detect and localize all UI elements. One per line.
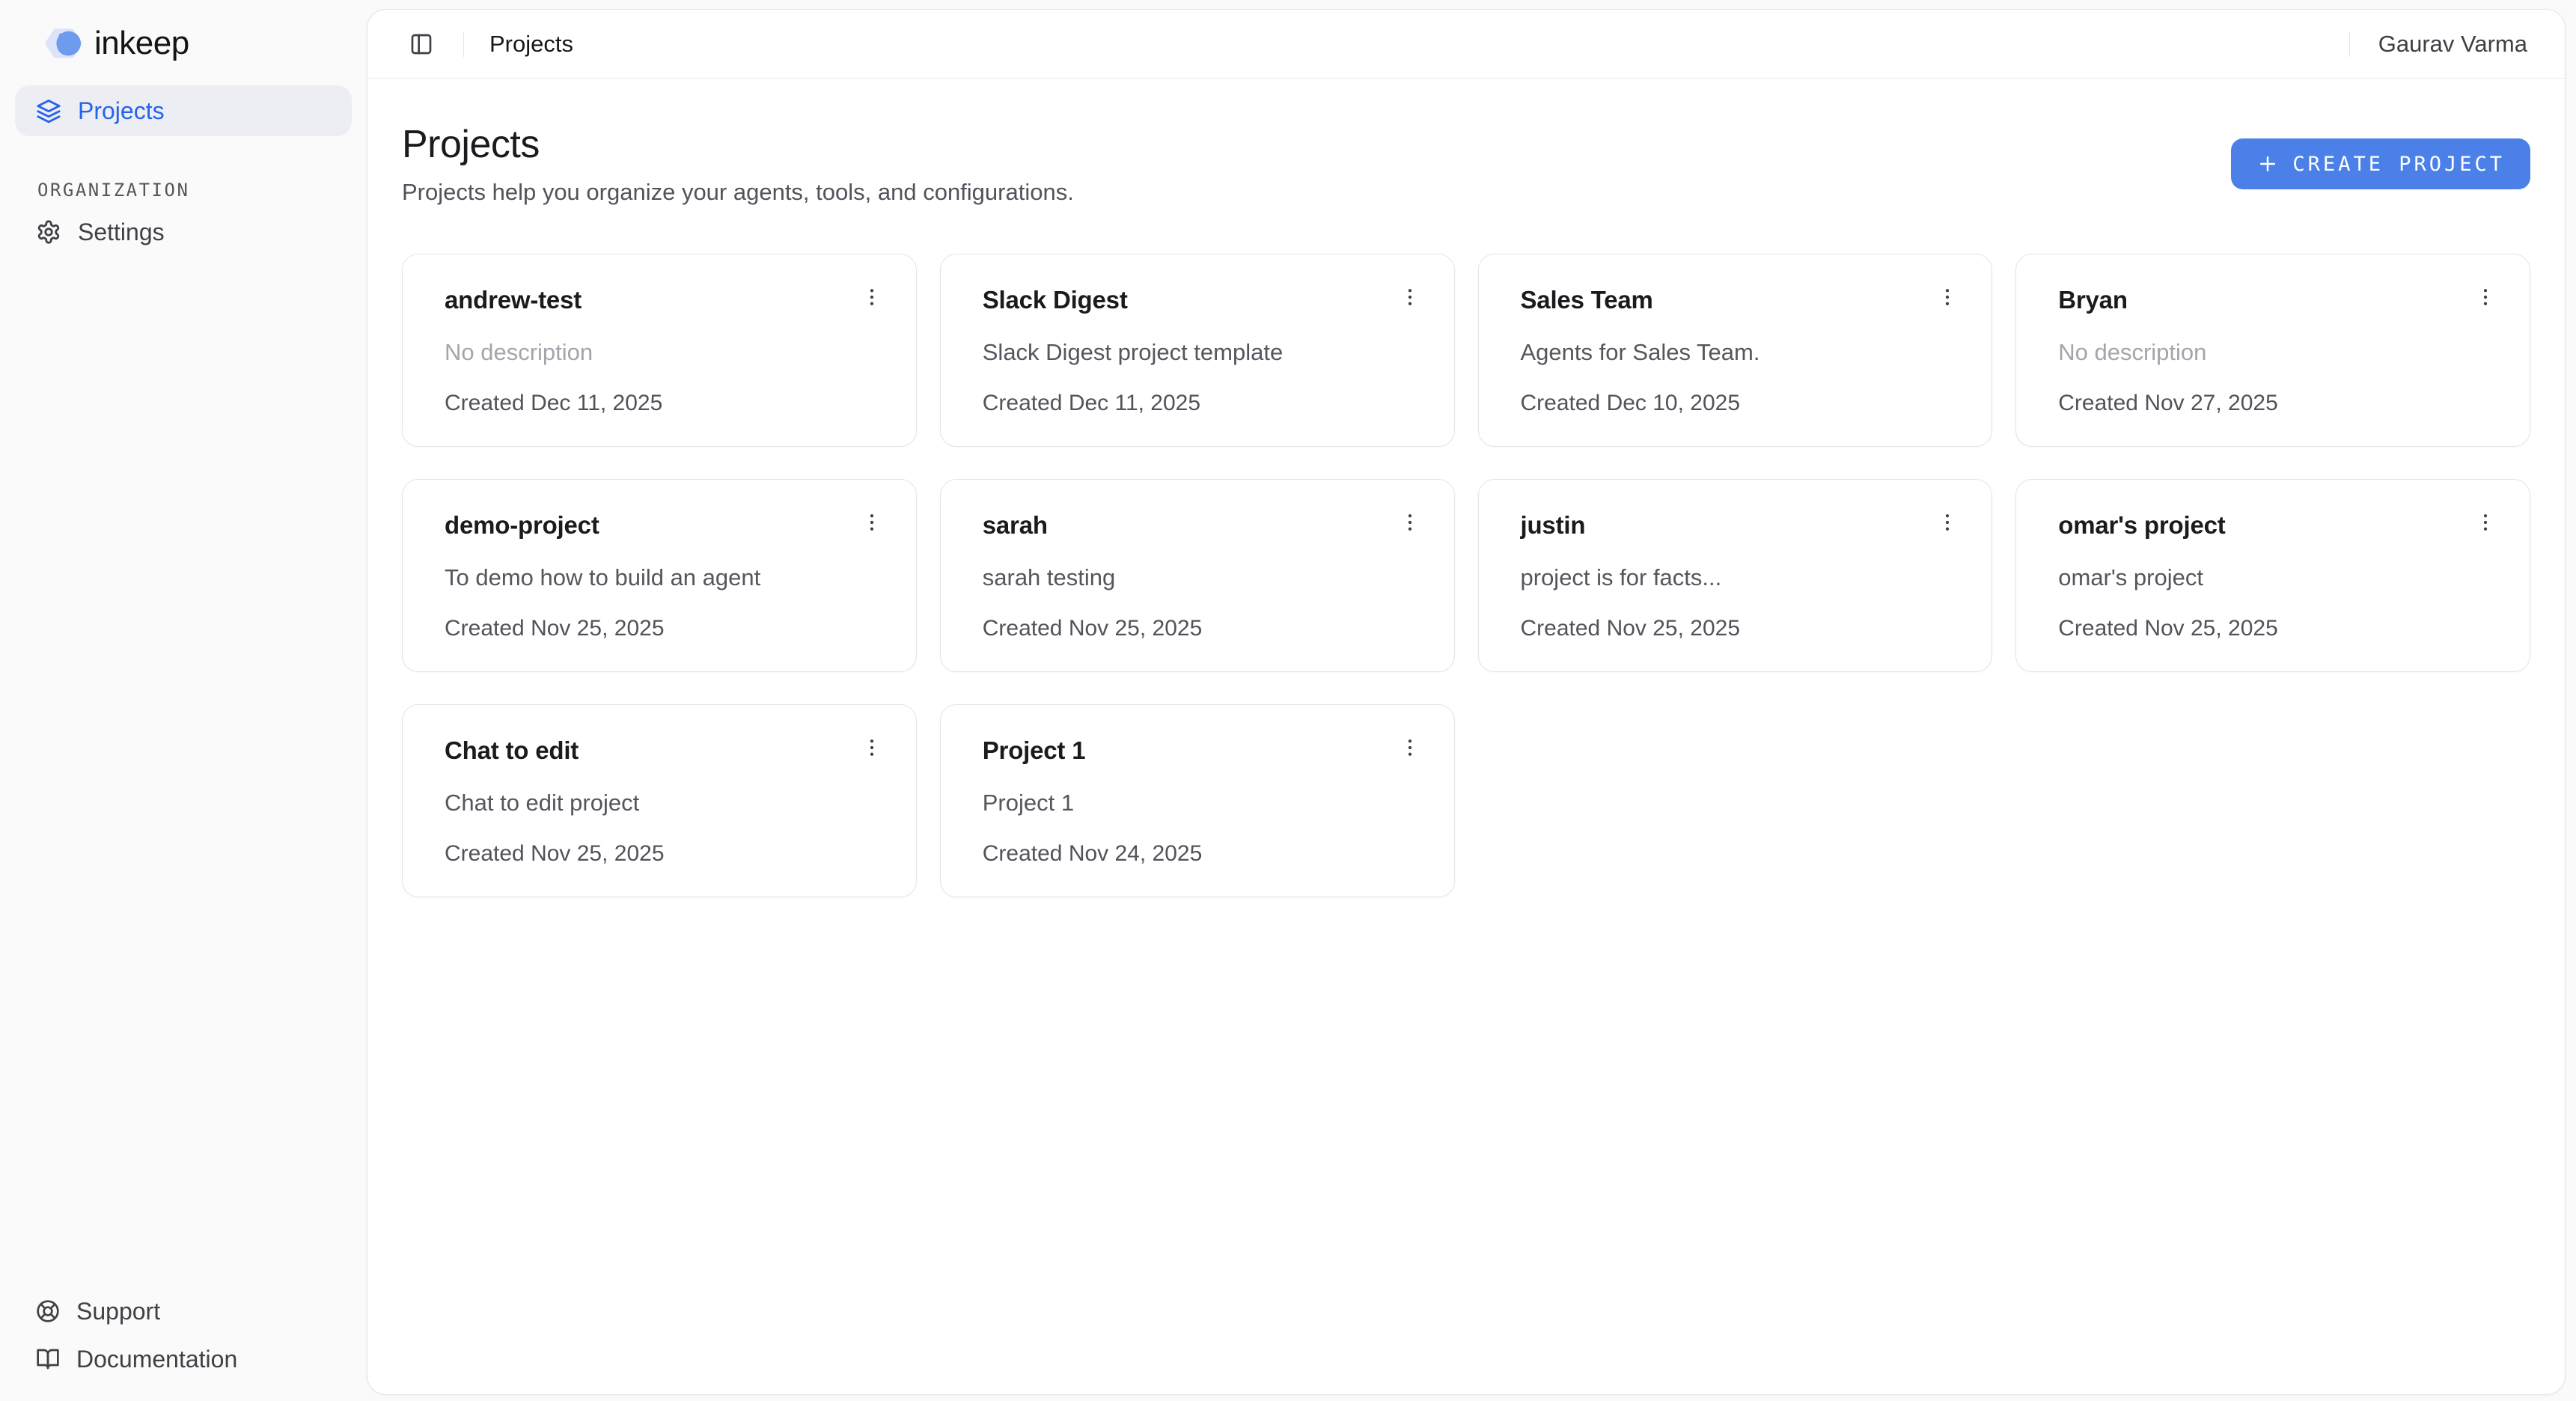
user-menu[interactable]: Gaurav Varma [2375,25,2530,64]
page-subtitle: Projects help you organize your agents, … [402,179,1074,206]
project-description: Project 1 [983,790,1421,817]
inkeep-logo-icon [45,26,82,61]
project-name: Slack Digest [983,286,1128,314]
more-vertical-icon [1399,286,1421,308]
topbar-right: Gaurav Varma [2324,25,2530,64]
sidebar-item-label: Support [76,1298,160,1325]
inkeep-wordmark: inkeep [94,25,189,62]
project-card[interactable]: Slack Digest Slack Digest project templa… [940,254,1455,447]
project-description: Chat to edit project [445,790,883,817]
panel-left-icon [409,32,433,56]
project-card[interactable]: Project 1 Project 1 Created Nov 24, 2025 [940,704,1455,897]
sidebar-item-support[interactable]: Support [15,1287,352,1335]
more-vertical-icon [2474,286,2497,308]
project-menu-button[interactable] [855,508,889,537]
sidebar-item-label: Projects [78,97,165,125]
project-name: Bryan [2058,286,2128,314]
project-created-date: Created Dec 11, 2025 [983,391,1421,416]
project-description: sarah testing [983,564,1421,591]
more-vertical-icon [2474,511,2497,534]
project-name: justin [1521,511,1586,540]
more-vertical-icon [1936,286,1959,308]
plus-icon [2256,153,2279,175]
sidebar-toggle-button[interactable] [405,28,438,61]
page-header: Projects Projects help you organize your… [402,122,2530,206]
sidebar-item-projects[interactable]: Projects [15,85,352,136]
project-card[interactable]: demo-project To demo how to build an age… [402,479,917,672]
more-vertical-icon [861,286,883,308]
project-description: No description [445,339,883,366]
topbar: Projects Gaurav Varma [367,10,2565,79]
project-card[interactable]: andrew-test No description Created Dec 1… [402,254,917,447]
organization-section-label: ORGANIZATION [37,180,352,201]
project-card[interactable]: omar's project omar's project Created No… [2015,479,2530,672]
gear-icon [36,219,61,245]
sidebar-item-label: Settings [78,219,165,246]
project-card[interactable]: justin project is for facts... Created N… [1478,479,1993,672]
project-card[interactable]: sarah sarah testing Created Nov 25, 2025 [940,479,1455,672]
project-description: project is for facts... [1521,564,1959,591]
inkeep-logo[interactable]: inkeep [45,25,352,61]
topbar-divider [463,31,464,57]
project-menu-button[interactable] [855,733,889,762]
project-created-date: Created Nov 25, 2025 [1521,616,1959,641]
project-name: Chat to edit [445,736,579,765]
project-menu-button[interactable] [1393,283,1427,311]
project-menu-button[interactable] [1930,283,1965,311]
project-description: omar's project [2058,564,2497,591]
sidebar-nav: Projects [15,85,352,136]
project-name: Sales Team [1521,286,1653,314]
life-buoy-icon [36,1299,60,1323]
project-name: demo-project [445,511,599,540]
more-vertical-icon [861,736,883,759]
project-description: To demo how to build an agent [445,564,883,591]
project-created-date: Created Nov 27, 2025 [2058,391,2497,416]
project-created-date: Created Nov 25, 2025 [983,616,1421,641]
topbar-divider [2349,31,2350,57]
sidebar-item-label: Documentation [76,1346,237,1373]
project-menu-button[interactable] [1930,508,1965,537]
project-menu-button[interactable] [2468,508,2503,537]
breadcrumb: Projects [489,31,573,58]
main-panel: Projects Gaurav Varma Projects Projects … [367,9,2566,1395]
project-created-date: Created Nov 25, 2025 [445,616,883,641]
more-vertical-icon [1399,511,1421,534]
sidebar-item-settings[interactable]: Settings [15,207,352,257]
projects-page: Projects Projects help you organize your… [367,79,2565,1394]
page-header-text: Projects Projects help you organize your… [402,122,1074,206]
more-vertical-icon [1936,511,1959,534]
project-description: No description [2058,339,2497,366]
project-name: omar's project [2058,511,2225,540]
sidebar-footer: Support Documentation [15,1287,352,1383]
sidebar: inkeep Projects ORGANIZATION Settings [0,0,367,1401]
project-created-date: Created Dec 10, 2025 [1521,391,1959,416]
sidebar-item-documentation[interactable]: Documentation [15,1335,352,1383]
project-name: sarah [983,511,1048,540]
project-menu-button[interactable] [855,283,889,311]
project-created-date: Created Dec 11, 2025 [445,391,883,416]
layers-icon [36,98,61,123]
project-menu-button[interactable] [1393,733,1427,762]
create-project-button[interactable]: CREATE PROJECT [2231,138,2530,189]
create-project-label: CREATE PROJECT [2292,153,2505,176]
page-title: Projects [402,122,1074,167]
project-menu-button[interactable] [2468,283,2503,311]
project-card[interactable]: Chat to edit Chat to edit project Create… [402,704,917,897]
project-description: Agents for Sales Team. [1521,339,1959,366]
more-vertical-icon [861,511,883,534]
projects-grid: andrew-test No description Created Dec 1… [402,254,2530,897]
project-menu-button[interactable] [1393,508,1427,537]
project-description: Slack Digest project template [983,339,1421,366]
project-created-date: Created Nov 25, 2025 [445,841,883,867]
book-open-icon [36,1347,60,1371]
more-vertical-icon [1399,736,1421,759]
project-created-date: Created Nov 25, 2025 [2058,616,2497,641]
project-name: andrew-test [445,286,582,314]
project-created-date: Created Nov 24, 2025 [983,841,1421,867]
project-card[interactable]: Bryan No description Created Nov 27, 202… [2015,254,2530,447]
project-name: Project 1 [983,736,1086,765]
project-card[interactable]: Sales Team Agents for Sales Team. Create… [1478,254,1993,447]
